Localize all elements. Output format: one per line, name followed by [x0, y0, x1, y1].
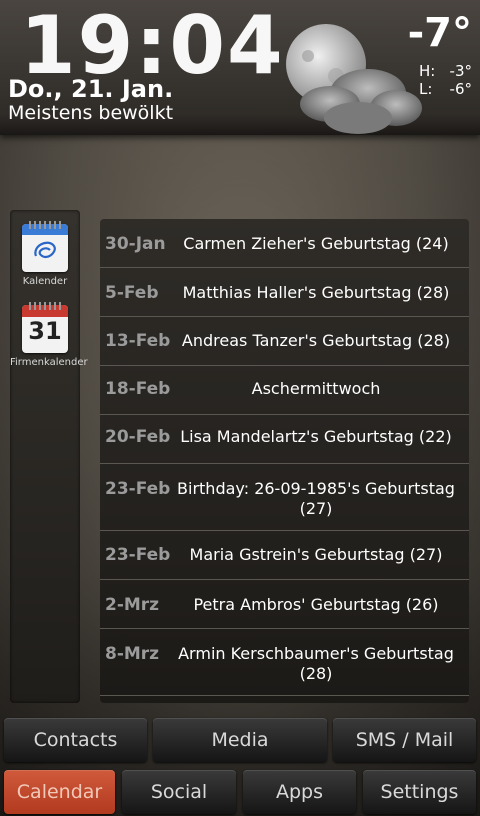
event-date: 2-Mrz: [105, 595, 160, 615]
event-title: Aschermittwoch: [251, 379, 381, 398]
event-date: 20-Feb: [105, 427, 171, 447]
agenda-item[interactable]: 18-Feb Aschermittwoch: [100, 366, 469, 415]
low-label: L:: [419, 80, 433, 98]
current-temperature: -7°: [407, 10, 472, 56]
social-tab[interactable]: Social: [122, 770, 236, 814]
agenda-item[interactable]: 2-Mrz Petra Ambros' Geburtstag (26): [100, 580, 469, 629]
agenda-item[interactable]: 13-Feb Andreas Tanzer's Geburtstag (28): [100, 317, 469, 366]
firmenkalender-shortcut[interactable]: 31 Firmenkalender: [10, 302, 88, 368]
event-title: Andreas Tanzer's Geburtstag (28): [181, 331, 451, 350]
agenda-item[interactable]: 20-Feb Lisa Mandelartz's Geburtstag (22): [100, 415, 469, 464]
agenda-list[interactable]: 30-Jan Carmen Zieher's Geburtstag (24) 5…: [100, 219, 469, 703]
agenda-item[interactable]: 23-Feb Birthday: 26-09-1985's Geburtstag…: [100, 464, 469, 531]
calendar-day-number: 31: [28, 317, 62, 345]
agenda-item[interactable]: 23-Feb Maria Gstrein's Geburtstag (27): [100, 531, 469, 580]
event-title: Carmen Zieher's Geburtstag (24): [183, 234, 449, 253]
event-date: 5-Feb: [105, 283, 159, 303]
calendar-tab[interactable]: Calendar: [4, 770, 115, 814]
date-label: Do., 21. Jan.: [8, 75, 174, 103]
event-title: Matthias Haller's Geburtstag (28): [182, 283, 450, 302]
event-date: 18-Feb: [105, 379, 171, 399]
media-button[interactable]: Media: [153, 718, 327, 762]
event-title: Armin Kerschbaumer's Geburtstag (28): [178, 644, 454, 683]
low-temperature: -6°: [449, 80, 472, 98]
high-label: H:: [419, 62, 436, 80]
shortcut-dock: Kalender 31 Firmenkalender: [10, 210, 88, 703]
agenda-item[interactable]: 5-Feb Matthias Haller's Geburtstag (28): [100, 268, 469, 317]
shortcut-label: Firmenkalender: [10, 357, 88, 368]
calendar-blue-icon: [22, 221, 68, 272]
event-date: 13-Feb: [105, 331, 171, 351]
weather-widget[interactable]: 19:04 Do., 21. Jan. Meistens bewölkt -7°…: [0, 0, 480, 135]
agenda-item[interactable]: 8-Mrz Armin Kerschbaumer's Geburtstag (2…: [100, 629, 469, 696]
event-title: Lisa Mandelartz's Geburtstag (22): [180, 427, 452, 446]
contacts-button[interactable]: Contacts: [4, 718, 147, 762]
weather-condition: Meistens bewölkt: [8, 102, 174, 124]
event-title: Maria Gstrein's Geburtstag (27): [189, 545, 443, 564]
settings-tab[interactable]: Settings: [363, 770, 476, 814]
event-date: 30-Jan: [105, 234, 166, 254]
calendar-31-icon: 31: [22, 302, 68, 353]
high-temperature: -3°: [449, 62, 472, 80]
sms-mail-button[interactable]: SMS / Mail: [333, 718, 476, 762]
apps-tab[interactable]: Apps: [243, 770, 356, 814]
event-date: 8-Mrz: [105, 644, 160, 664]
agenda-item[interactable]: 30-Jan Carmen Zieher's Geburtstag (24): [100, 219, 469, 268]
shortcut-label: Kalender: [22, 276, 68, 287]
event-date: 23-Feb: [105, 479, 171, 499]
kalender-shortcut[interactable]: Kalender: [10, 221, 80, 287]
event-title: Birthday: 26-09-1985's Geburtstag (27): [177, 479, 455, 518]
event-title: Petra Ambros' Geburtstag (26): [193, 595, 439, 614]
event-date: 23-Feb: [105, 545, 171, 565]
